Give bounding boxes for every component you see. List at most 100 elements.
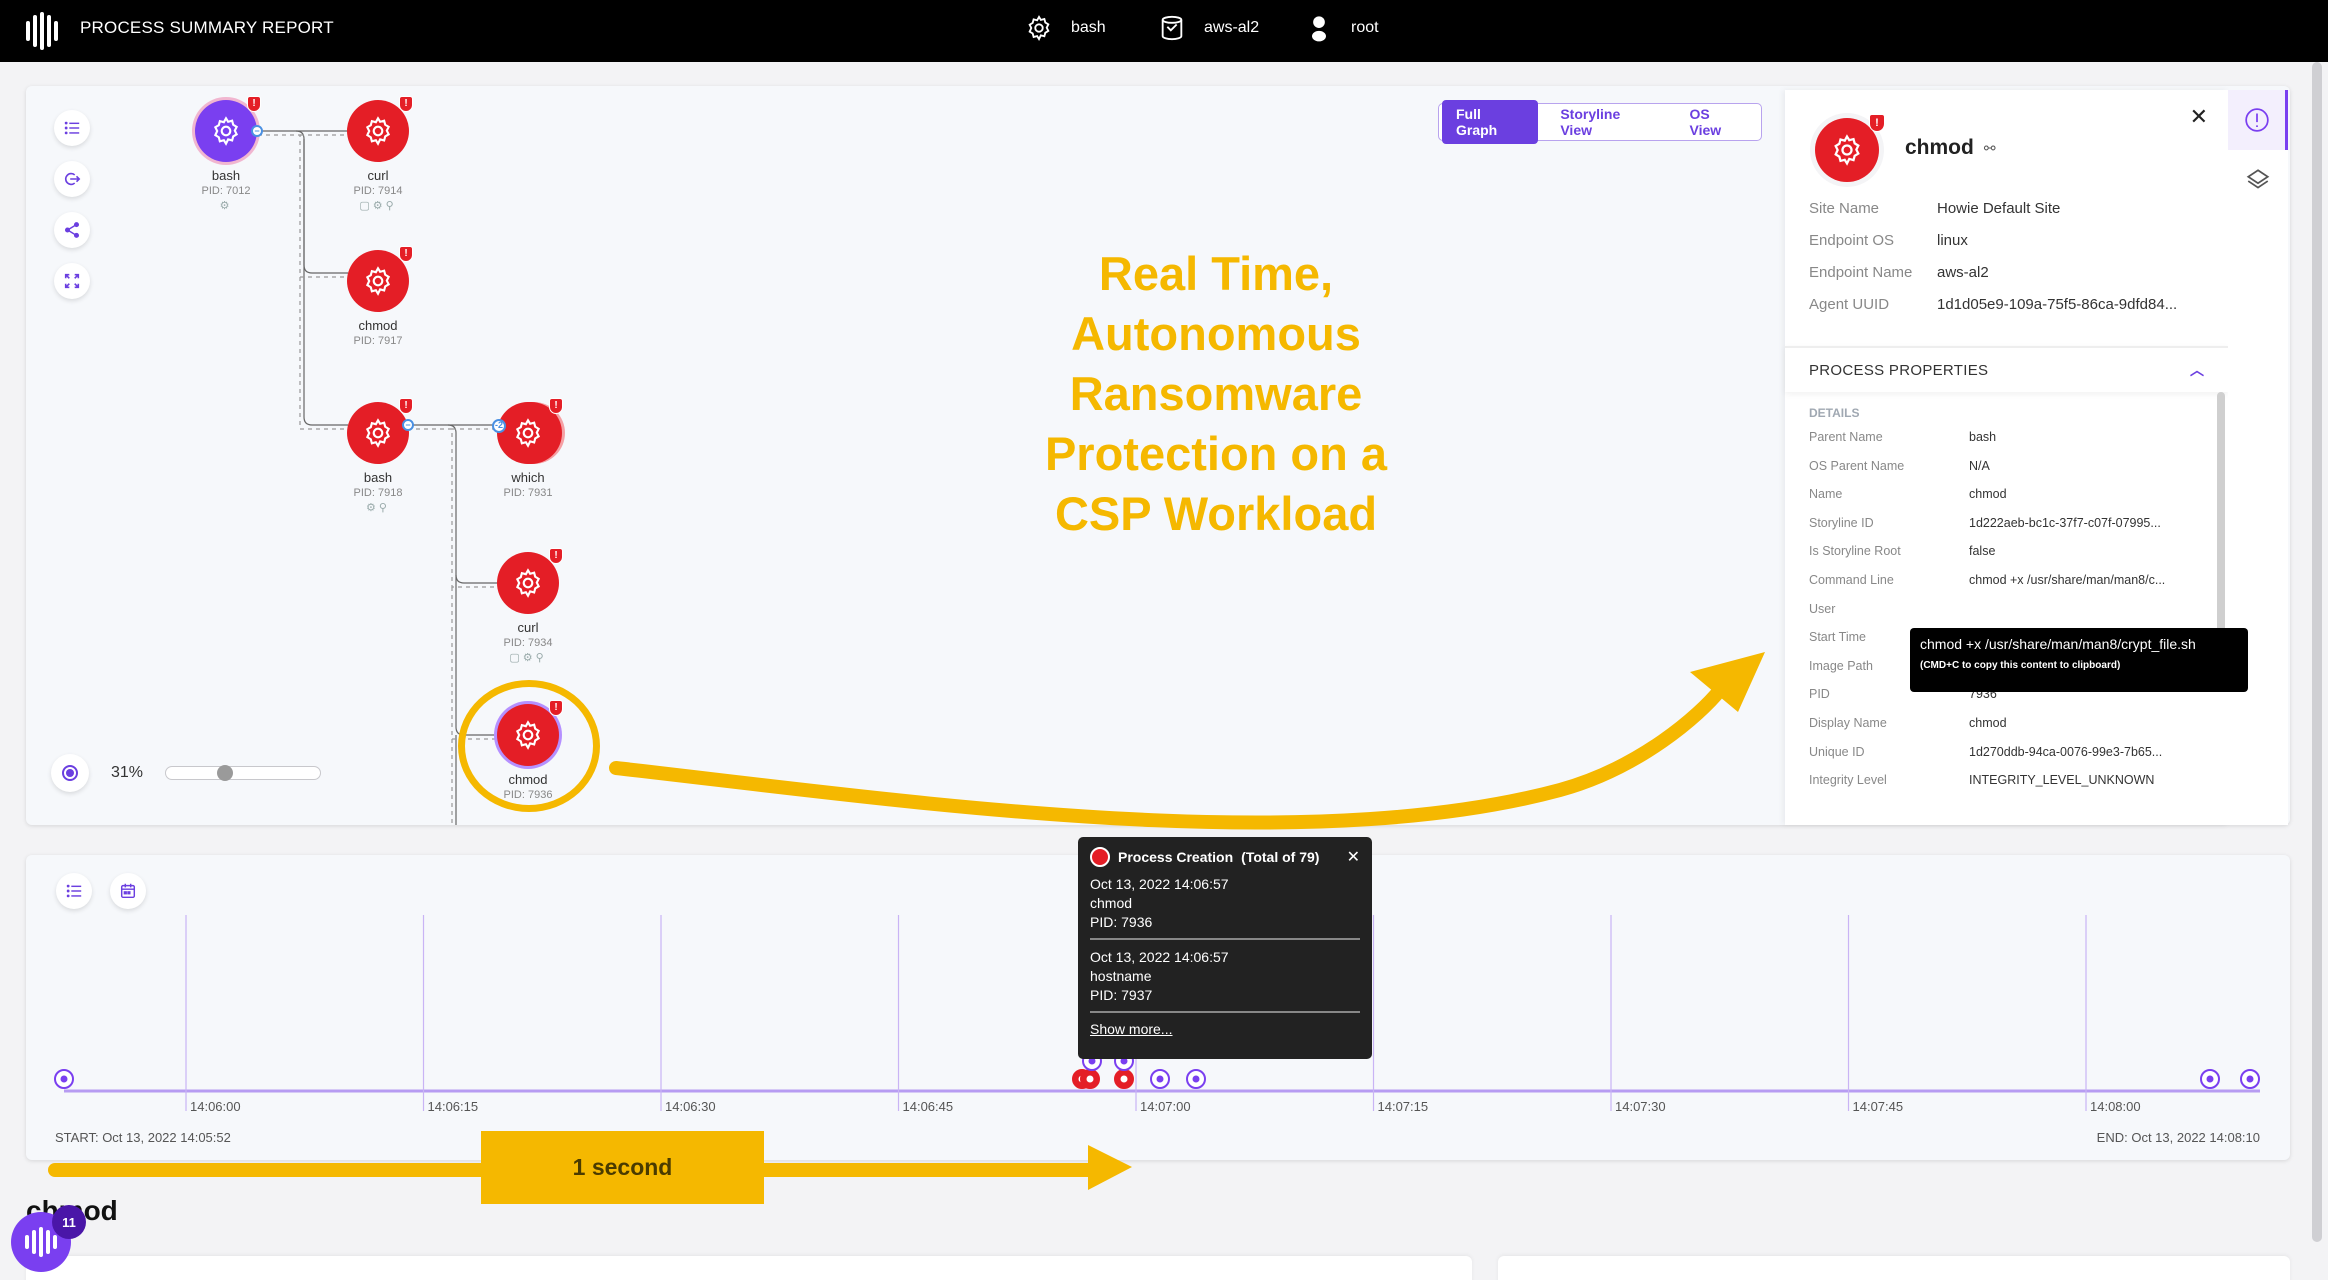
process-detail-panel: ! chmod ⚯ ✕ Site Name Howie Default Site … [1785,90,2228,825]
property-value[interactable]: N/A [1969,459,1990,488]
storyline-tree-icon[interactable]: ⚯ [1984,140,1996,157]
chevron-up-icon[interactable]: ︿ [2190,360,2204,380]
timeline-tick-label: 14:07:45 [1853,1099,1904,1114]
zoom-level: 31% [111,764,144,781]
detail-title-text: chmod [1905,136,1974,159]
content-card [26,1256,1472,1280]
alert-badge: ! [1869,114,1885,132]
timeline-tick-label: 14:06:15 [428,1099,479,1114]
zoom-slider-thumb[interactable] [217,765,234,781]
context-process-label: bash [1071,19,1106,36]
gear-icon [365,418,391,448]
endpoint-summary: Site Name Howie Default Site Endpoint OS l… [1809,200,2177,328]
property-value[interactable]: chmod [1969,487,2007,516]
gear-icon [365,116,391,146]
process-node-circle[interactable]: ! [195,96,261,162]
context-endpoint-label: aws-al2 [1204,19,1260,36]
popup-total: (Total of 79) [1241,849,1320,865]
property-value[interactable]: false [1969,544,1995,573]
timeline-tick-label: 14:07:30 [1615,1099,1666,1114]
content-card [1498,1256,2290,1280]
property-value[interactable]: chmod [1969,716,2007,745]
collapse-toggle[interactable]: − [402,419,414,431]
show-more-link[interactable]: Show more... [1090,1021,1360,1037]
page-scrollbar[interactable] [2312,62,2322,1242]
process-creation-popup: Process Creation (Total of 79) ✕ Oct 13,… [1078,837,1372,1059]
collapse-toggle[interactable]: − [251,125,263,137]
property-row: Storyline ID 1d222aeb-bc1c-37f7-c07f-0799… [1809,516,2204,545]
popup-header: Process Creation (Total of 79) ✕ [1090,847,1360,867]
zoom-controls: 31% [51,754,322,792]
process-node-circle[interactable]: ! [497,548,563,614]
summary-key: Agent UUID [1809,296,1890,313]
graph-node[interactable]: ! curl PID: 7934 ▢⚙⚲ [458,548,598,664]
entry-time: Oct 13, 2022 14:06:57 [1090,876,1229,892]
timeline-tick-label: 14:06:30 [665,1099,716,1114]
property-key: Command Line [1809,572,1894,587]
timeline-event-process-dot [1086,1075,1094,1083]
node-name: chmod [358,318,398,333]
node-name: curl [517,620,539,635]
tab-full-graph[interactable]: Full Graph [1442,100,1539,144]
gear-icon [515,418,541,448]
node-name: curl [367,168,389,183]
timeline-end: END: Oct 13, 2022 14:08:10 [2096,1130,2260,1145]
target-icon [62,765,78,781]
command-line-tooltip: chmod +x /usr/share/man/man8/crypt_file.… [1910,628,2248,692]
timeline-event-dot [1156,1075,1164,1083]
close-icon[interactable]: ✕ [2190,104,2208,130]
annotation-headline: Real Time, Autonomous Ransomware Protect… [986,244,1446,544]
entry-pid: PID: 7937 [1090,987,1153,1003]
property-value[interactable]: chmod +x /usr/share/man/man8/c... [1969,573,2165,602]
popup-title: Process Creation [1118,849,1234,865]
gear-icon [213,116,239,146]
entry-time: Oct 13, 2022 14:06:57 [1090,949,1229,965]
process-node-circle[interactable]: ! [497,398,563,464]
properties-scrollbar[interactable] [2217,392,2225,642]
graph-node[interactable]: ! which PID: 7931 [458,398,598,499]
endpoint-icon [1161,15,1183,41]
app-logo-icon[interactable] [26,11,58,51]
graph-node[interactable]: ! chmod PID: 7917 [308,246,448,347]
layers-icon [2246,169,2270,189]
property-row: Command Line chmod +x /usr/share/man/man8… [1809,573,2204,602]
node-indicator-icons: ⚙⚲ [366,502,390,514]
tab-alert-info[interactable] [2228,90,2288,150]
graph-node[interactable]: ! bash PID: 7012 ⚙ [156,96,296,212]
entry-name: hostname [1090,968,1152,984]
timeline-tick-label: 14:06:00 [190,1099,241,1114]
tooltip-text: chmod +x /usr/share/man/man8/crypt_file.… [1920,636,2196,652]
details-heading: DETAILS [1809,406,1860,420]
timeline-event-start-dot [60,1075,68,1083]
tab-layers[interactable] [2228,150,2288,210]
timeline-tick-label: 14:07:00 [1140,1099,1191,1114]
tab-storyline-view[interactable]: Storyline View [1546,100,1667,144]
tab-os-view[interactable]: OS View [1676,100,1758,144]
section-title: PROCESS PROPERTIES [1809,361,1989,379]
recenter-button[interactable] [51,754,89,792]
graph-node[interactable]: ! bash PID: 7918 ⚙⚲ [308,398,448,514]
property-value[interactable]: bash [1969,430,1996,459]
popup-entry[interactable]: Oct 13, 2022 14:06:57 chmod PID: 7936 [1090,867,1360,940]
process-node-circle[interactable]: ! [347,96,413,162]
property-key: OS Parent Name [1809,458,1905,473]
info-alert-icon [2244,108,2269,132]
summary-row: Site Name Howie Default Site [1809,200,2177,232]
expand-count-toggle[interactable]: -2 [492,419,506,433]
gear-icon [365,266,391,296]
graph-view-toggle: Full Graph Storyline View OS View [1438,100,1762,144]
close-icon[interactable]: ✕ [1347,847,1360,867]
popup-entry[interactable]: Oct 13, 2022 14:06:57 hostname PID: 7937 [1090,940,1360,1013]
timeline-event-process-dot [1120,1075,1128,1083]
summary-value: 1d1d05e9-109a-75f5-86ca-9dfd84... [1937,296,2178,313]
property-value[interactable]: 1d222aeb-bc1c-37f7-c07f-07995... [1969,516,2161,545]
property-value[interactable]: INTEGRITY_LEVEL_UNKNOWN [1969,773,2154,802]
process-node-circle[interactable]: ! [347,398,413,464]
top-bar: PROCESS SUMMARY REPORT bash aws-al2 root [0,0,2328,62]
process-properties-header[interactable]: PROCESS PROPERTIES ︿ [1785,346,2228,392]
summary-row: Agent UUID 1d1d05e9-109a-75f5-86ca-9dfd84… [1809,296,2177,328]
graph-node[interactable]: ! curl PID: 7914 ▢⚙⚲ [308,96,448,212]
process-node-circle[interactable]: ! [347,246,413,312]
zoom-slider[interactable] [165,765,322,781]
property-value[interactable]: 1d270ddb-94ca-0076-99e3-7b65... [1969,745,2162,774]
